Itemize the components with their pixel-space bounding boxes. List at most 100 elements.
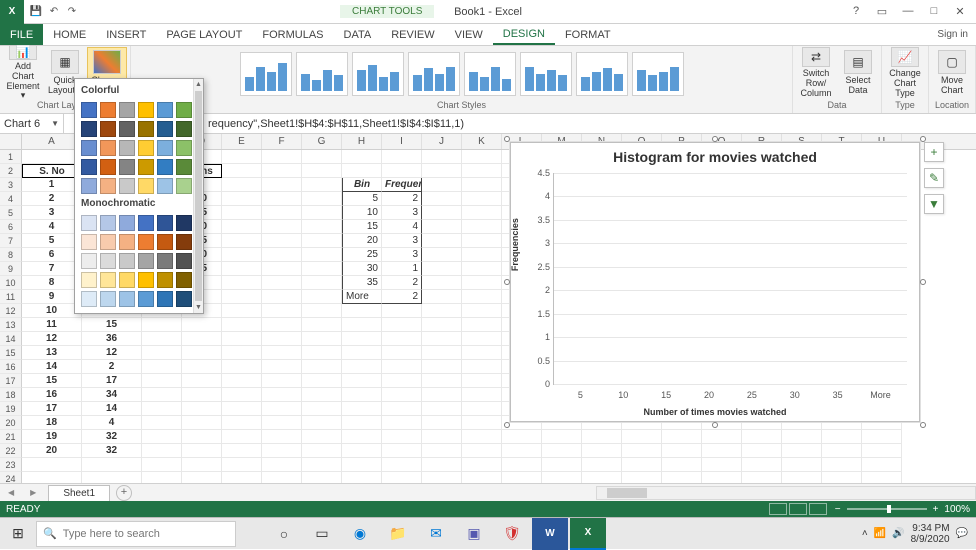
- cell[interactable]: 15: [342, 220, 382, 234]
- cell[interactable]: 6: [22, 248, 82, 262]
- cell[interactable]: [582, 472, 622, 483]
- cell[interactable]: 10: [342, 206, 382, 220]
- cell[interactable]: [662, 444, 702, 458]
- cell[interactable]: 14: [82, 402, 142, 416]
- cell[interactable]: [142, 332, 182, 346]
- file-explorer-icon[interactable]: 📁: [380, 518, 416, 550]
- cell[interactable]: [422, 206, 462, 220]
- cell[interactable]: [542, 458, 582, 472]
- cell[interactable]: 20: [22, 444, 82, 458]
- color-swatch[interactable]: [176, 234, 192, 250]
- change-colors-popup[interactable]: Colorful Monochromatic ▲ ▼: [74, 78, 204, 314]
- sign-in-link[interactable]: Sign in: [937, 24, 976, 45]
- excel-taskbar-icon[interactable]: X: [570, 518, 606, 550]
- maximize-icon[interactable]: □: [924, 5, 944, 18]
- cell[interactable]: [142, 388, 182, 402]
- cell[interactable]: [262, 234, 302, 248]
- cell[interactable]: 2: [382, 276, 422, 290]
- name-box[interactable]: Chart 6▼: [0, 114, 64, 133]
- cell[interactable]: [222, 304, 262, 318]
- cell[interactable]: [542, 444, 582, 458]
- cell[interactable]: [822, 458, 862, 472]
- cell[interactable]: [422, 374, 462, 388]
- cell[interactable]: [262, 248, 302, 262]
- cell[interactable]: [142, 430, 182, 444]
- cell[interactable]: [382, 402, 422, 416]
- scrollbar-thumb[interactable]: [607, 488, 647, 498]
- cell[interactable]: [462, 206, 502, 220]
- row-header[interactable]: 6: [0, 220, 22, 234]
- cell[interactable]: [462, 360, 502, 374]
- row-header[interactable]: 11: [0, 290, 22, 304]
- cell[interactable]: [302, 178, 342, 192]
- cell[interactable]: [622, 472, 662, 483]
- cell[interactable]: [302, 262, 342, 276]
- tab-format[interactable]: FORMAT: [555, 24, 621, 45]
- chevron-down-icon[interactable]: ▼: [51, 119, 59, 128]
- row-header[interactable]: 19: [0, 402, 22, 416]
- close-icon[interactable]: ✕: [950, 5, 970, 18]
- cell[interactable]: [222, 178, 262, 192]
- cell[interactable]: 2: [382, 192, 422, 206]
- cell[interactable]: 36: [82, 332, 142, 346]
- tray-notifications-icon[interactable]: 💬: [956, 528, 968, 539]
- chart-style-thumb[interactable]: [520, 52, 572, 96]
- color-swatch[interactable]: [100, 159, 116, 175]
- chart-elements-button[interactable]: +: [924, 142, 944, 162]
- cell[interactable]: [422, 150, 462, 164]
- row-header[interactable]: 1: [0, 150, 22, 164]
- color-swatch[interactable]: [138, 272, 154, 288]
- cell[interactable]: 10: [22, 304, 82, 318]
- cell[interactable]: [422, 276, 462, 290]
- cell[interactable]: [262, 220, 302, 234]
- cell[interactable]: [262, 360, 302, 374]
- cell[interactable]: [422, 430, 462, 444]
- color-swatch[interactable]: [119, 121, 135, 137]
- cell[interactable]: [262, 164, 302, 178]
- cell[interactable]: [422, 178, 462, 192]
- cell[interactable]: [422, 290, 462, 304]
- cell[interactable]: [222, 430, 262, 444]
- move-chart-button[interactable]: ▢Move Chart: [932, 47, 972, 99]
- cell[interactable]: [622, 430, 662, 444]
- cell[interactable]: [222, 416, 262, 430]
- row-header[interactable]: 23: [0, 458, 22, 472]
- cell[interactable]: [222, 276, 262, 290]
- color-swatch[interactable]: [119, 102, 135, 118]
- cell[interactable]: [22, 150, 82, 164]
- cell[interactable]: [302, 150, 342, 164]
- row-header[interactable]: 20: [0, 416, 22, 430]
- chart-style-thumb[interactable]: [240, 52, 292, 96]
- cell[interactable]: [302, 416, 342, 430]
- cell[interactable]: [382, 150, 422, 164]
- cell[interactable]: [222, 318, 262, 332]
- color-swatch[interactable]: [100, 215, 116, 231]
- color-swatch[interactable]: [119, 140, 135, 156]
- cell[interactable]: [382, 346, 422, 360]
- cell[interactable]: [422, 262, 462, 276]
- cell[interactable]: [22, 458, 82, 472]
- cell[interactable]: 3: [382, 248, 422, 262]
- cell[interactable]: [222, 234, 262, 248]
- cell[interactable]: 19: [22, 430, 82, 444]
- cell[interactable]: [302, 220, 342, 234]
- color-swatch[interactable]: [138, 159, 154, 175]
- cell[interactable]: [462, 332, 502, 346]
- cell[interactable]: [182, 472, 222, 483]
- security-icon[interactable]: 🛡: [494, 518, 530, 550]
- cell[interactable]: [262, 178, 302, 192]
- cell[interactable]: [782, 444, 822, 458]
- color-swatch[interactable]: [119, 159, 135, 175]
- color-swatch[interactable]: [157, 121, 173, 137]
- cell[interactable]: [302, 290, 342, 304]
- tab-formulas[interactable]: FORMULAS: [252, 24, 333, 45]
- color-swatch[interactable]: [138, 178, 154, 194]
- tab-review[interactable]: REVIEW: [381, 24, 444, 45]
- color-swatch[interactable]: [119, 253, 135, 269]
- cell[interactable]: [262, 290, 302, 304]
- cell[interactable]: [462, 248, 502, 262]
- cell[interactable]: [142, 458, 182, 472]
- cell[interactable]: [582, 444, 622, 458]
- cell[interactable]: [262, 388, 302, 402]
- color-swatch[interactable]: [81, 234, 97, 250]
